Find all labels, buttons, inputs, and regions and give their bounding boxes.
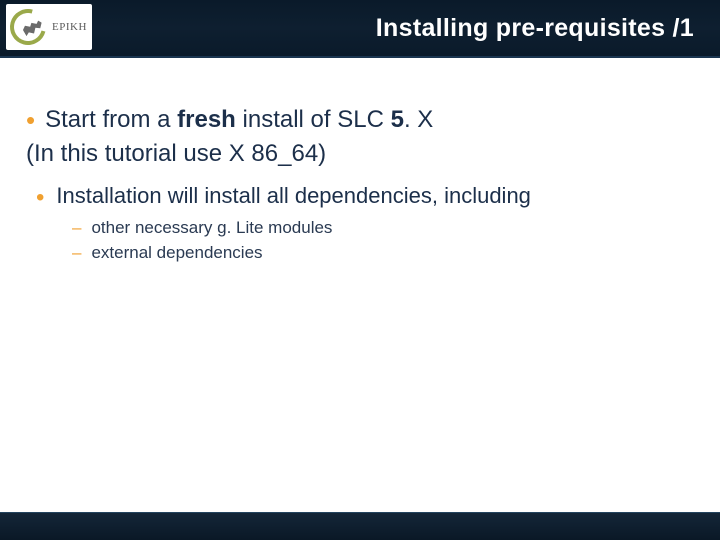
sub-bullet-item: – external dependencies xyxy=(72,241,686,266)
sub-bullet-text: other necessary g. Lite modules xyxy=(91,216,332,241)
text-fragment: install of SLC xyxy=(236,106,391,133)
logo-text: EPIKH xyxy=(52,21,87,33)
text-bold: 5 xyxy=(391,106,404,133)
sub-bullet-item: – other necessary g. Lite modules xyxy=(72,216,686,241)
bullet-dot-icon: • xyxy=(36,186,44,210)
bullet-text: Start from a fresh install of SLC 5. X xyxy=(45,104,433,136)
slide-title: Installing pre-requisites /1 xyxy=(376,14,694,43)
logo-map-icon xyxy=(21,17,45,39)
dash-icon: – xyxy=(72,241,81,266)
logo: EPIKH xyxy=(6,4,92,50)
text-fragment: Start from a xyxy=(45,106,177,133)
footer-bar xyxy=(0,512,720,540)
sub-bullet-text: external dependencies xyxy=(91,241,262,266)
bullet-item: • Start from a fresh install of SLC 5. X xyxy=(26,104,686,136)
slide-body: • Start from a fresh install of SLC 5. X… xyxy=(0,58,720,266)
text-bold: fresh xyxy=(177,106,236,133)
bullet-dot-icon: • xyxy=(26,107,35,133)
text-fragment: . X xyxy=(404,106,433,133)
header-bar: EPIKH Installing pre-requisites /1 xyxy=(0,0,720,58)
logo-ring-icon xyxy=(3,2,52,51)
slide: EPIKH Installing pre-requisites /1 • Sta… xyxy=(0,0,720,540)
bullet-text: Installation will install all dependenci… xyxy=(56,181,531,211)
bullet-item: • Installation will install all dependen… xyxy=(36,181,686,211)
dash-icon: – xyxy=(72,216,81,241)
bullet-continuation: (In this tutorial use X 86_64) xyxy=(26,138,686,170)
